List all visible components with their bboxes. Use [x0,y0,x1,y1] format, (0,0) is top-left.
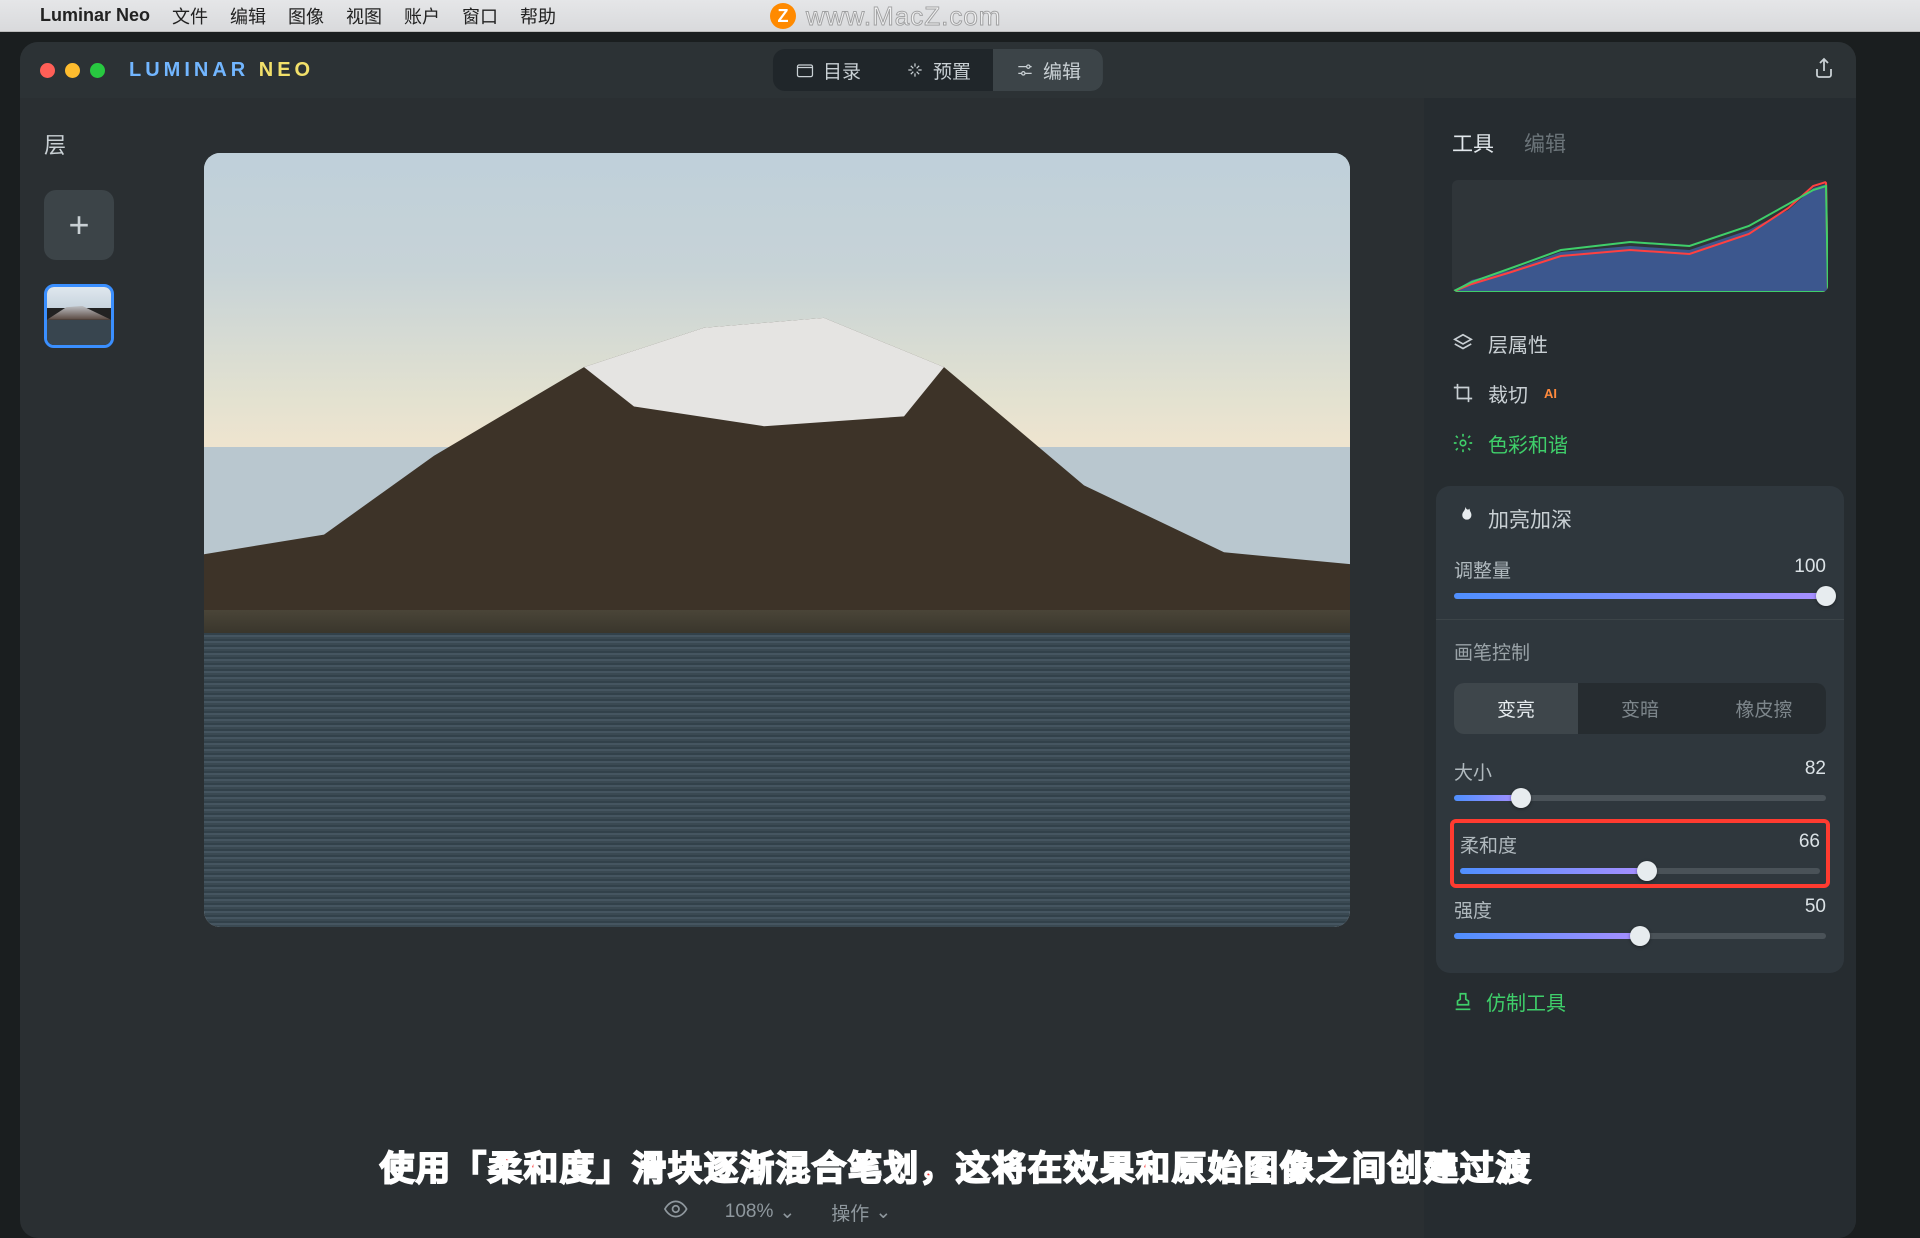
tool-crop[interactable]: 裁切 AI [1452,368,1828,418]
strength-label: 强度 [1454,896,1492,923]
folder-icon [795,60,815,80]
right-tabs: 工具 编辑 [1424,128,1856,172]
share-button[interactable] [1812,56,1836,85]
brush-mode-segment: 变亮 变暗 橡皮擦 [1454,683,1826,734]
layers-heading: 层 [44,128,106,160]
adjustment-value: 100 [1794,556,1826,583]
minimize-window-button[interactable] [65,63,80,78]
size-slider: 大小 82 [1454,758,1826,801]
watermark-badge: Z [770,3,796,29]
watermark: Z www.MacZ.com [770,0,1001,32]
menu-help[interactable]: 帮助 [520,3,556,29]
sliders-icon [1015,60,1035,80]
menu-window[interactable]: 窗口 [462,3,498,29]
tab-catalog[interactable]: 目录 [773,49,883,91]
adjustment-thumb[interactable] [1816,586,1836,606]
strength-value: 50 [1805,896,1826,923]
softness-highlight: 柔和度 66 [1450,819,1830,888]
tool-layer-properties-label: 层属性 [1488,329,1548,358]
zoom-dropdown[interactable]: 108% ⌄ [725,1201,796,1224]
layer-thumbnail[interactable] [44,284,114,348]
size-track[interactable] [1454,795,1826,801]
adjustment-track[interactable] [1454,593,1826,599]
strength-track[interactable] [1454,933,1826,939]
operations-label: 操作 [831,1199,869,1226]
operations-dropdown[interactable]: 操作 ⌄ [831,1199,891,1226]
tab-presets[interactable]: 预置 [883,49,993,91]
tool-clone-label: 仿制工具 [1486,987,1566,1016]
menu-image[interactable]: 图像 [288,3,324,29]
histogram[interactable] [1452,180,1828,292]
menu-file[interactable]: 文件 [172,3,208,29]
menu-view[interactable]: 视图 [346,3,382,29]
softness-thumb[interactable] [1637,861,1657,881]
app-window: LUMINAR NEO 目录 预置 编辑 层 + [20,42,1856,1238]
menu-app-name[interactable]: Luminar Neo [40,5,150,26]
menu-edit[interactable]: 编辑 [230,3,266,29]
seg-darken[interactable]: 变暗 [1578,683,1702,734]
menu-account[interactable]: 账户 [404,3,440,29]
right-sidebar: 工具 编辑 层属性 裁切 AI [1424,98,1856,1238]
panel-header[interactable]: 加亮加深 [1454,504,1826,534]
softness-label: 柔和度 [1460,831,1517,858]
left-sidebar: 层 + [20,98,130,1238]
eye-icon [663,1196,689,1222]
preview-toggle-button[interactable] [663,1196,689,1228]
adjustment-label: 调整量 [1454,556,1511,583]
canvas-bottom-bar: 108% ⌄ 操作 ⌄ [663,1196,891,1228]
softness-track[interactable] [1460,868,1820,874]
watermark-url: www.MacZ.com [806,1,1001,32]
seg-lighten[interactable]: 变亮 [1454,683,1578,734]
size-thumb[interactable] [1511,788,1531,808]
tab-presets-label: 预置 [933,57,971,84]
content: 层 + [20,98,1856,1238]
layers-icon [1452,332,1474,354]
strength-thumb[interactable] [1630,926,1650,946]
tool-clone[interactable]: 仿制工具 [1424,973,1856,1030]
tool-layer-properties[interactable]: 层属性 [1452,318,1828,368]
tool-list: 层属性 裁切 AI 色彩和谐 [1424,310,1856,476]
tab-edit-label: 编辑 [1043,57,1081,84]
image-canvas[interactable] [204,153,1350,927]
flame-icon [1454,505,1476,533]
zoom-value: 108% [725,1201,774,1223]
logo-part2: NEO [249,59,314,81]
stamp-icon [1452,991,1474,1013]
tutorial-caption: 使用「柔和度」滑块逐渐混合笔划，这将在效果和原始图像之间创建过渡 [380,1141,1532,1190]
sparkle-icon [905,60,925,80]
titlebar: LUMINAR NEO 目录 预置 编辑 [20,42,1856,98]
adjustment-slider: 调整量 100 [1454,556,1826,599]
right-tab-tools[interactable]: 工具 [1452,128,1494,158]
crop-icon [1452,382,1474,404]
tool-color-harmony[interactable]: 色彩和谐 [1452,418,1828,468]
dodge-burn-panel: 加亮加深 调整量 100 画笔控制 变亮 变暗 [1436,486,1844,973]
softness-slider: 柔和度 66 [1460,831,1820,874]
size-label: 大小 [1454,758,1492,785]
right-tab-edit[interactable]: 编辑 [1524,128,1566,158]
logo-part1: LUMINAR [129,59,249,81]
tab-catalog-label: 目录 [823,57,861,84]
window-controls [40,63,105,78]
softness-value: 66 [1799,831,1820,858]
tool-color-harmony-label: 色彩和谐 [1488,429,1568,458]
chevron-down-icon: ⌄ [875,1201,891,1224]
strength-slider: 强度 50 [1454,896,1826,939]
brush-control-heading: 画笔控制 [1454,638,1826,665]
divider [1436,619,1844,620]
top-tabs: 目录 预置 编辑 [773,49,1103,91]
seg-erase[interactable]: 橡皮擦 [1702,683,1826,734]
ai-badge: AI [1544,386,1557,401]
chevron-down-icon: ⌄ [779,1201,795,1224]
canvas-area: 108% ⌄ 操作 ⌄ 使用「柔和度」滑块逐渐混合笔划，这将在效果和原始图像之间… [130,98,1424,1238]
tool-crop-label: 裁切 [1488,379,1528,408]
tab-edit[interactable]: 编辑 [993,49,1103,91]
app-logo: LUMINAR NEO [129,59,314,82]
gear-icon [1452,432,1474,454]
close-window-button[interactable] [40,63,55,78]
share-icon [1812,56,1836,80]
maximize-window-button[interactable] [90,63,105,78]
panel-title: 加亮加深 [1488,504,1572,534]
size-value: 82 [1805,758,1826,785]
add-layer-button[interactable]: + [44,190,114,260]
